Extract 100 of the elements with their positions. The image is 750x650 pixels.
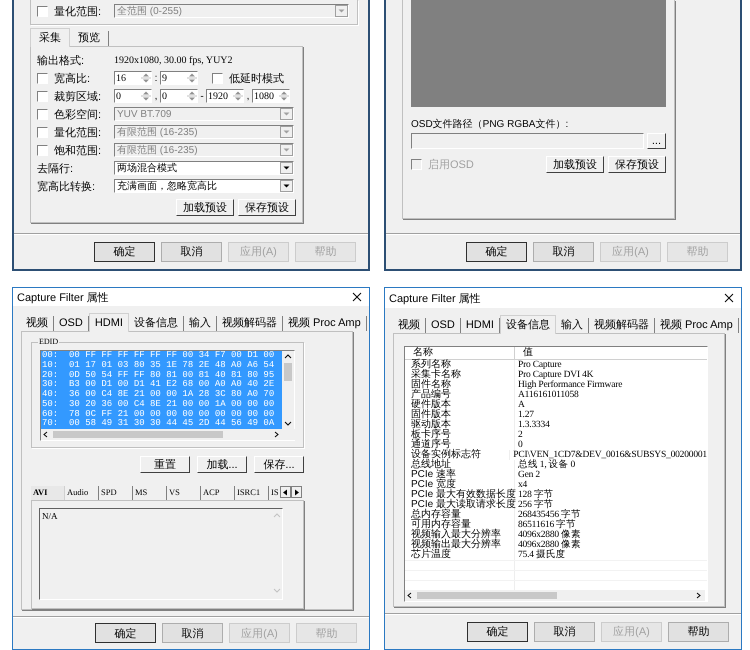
table-cell: PCIe 最大有效数据长度 [405, 490, 515, 500]
path-field[interactable] [411, 133, 644, 149]
table-cell-text: 128 字节 [517, 490, 554, 500]
checkbox-label: 低延时模式 [229, 72, 284, 86]
tab[interactable]: ACP [201, 486, 235, 500]
dropdown[interactable]: 两场混合模式 [114, 161, 294, 175]
ok-button[interactable]: 确定 [94, 242, 155, 262]
tab[interactable]: ISRC1 [235, 486, 269, 500]
table-cell-text: A [517, 400, 526, 410]
table-cell: 总线地址 [405, 460, 515, 470]
horizontal-scrollbar[interactable] [405, 590, 705, 601]
spin-arrows-icon[interactable] [187, 72, 197, 84]
tab[interactable]: Audio [65, 486, 99, 500]
spin-arrows-icon[interactable] [279, 90, 289, 102]
button[interactable]: 保存预设 [608, 156, 666, 173]
tab[interactable]: 预览 [70, 31, 109, 46]
tab[interactable]: MS [133, 486, 167, 500]
table-cell-text: Pro Capture DVI 4K [517, 370, 594, 380]
button[interactable]: 加载预设 [176, 199, 234, 216]
spin-arrows-icon[interactable] [187, 90, 197, 102]
spin-field[interactable]: 9 [160, 71, 198, 85]
cancel-button[interactable]: 取消 [161, 242, 222, 262]
help-button[interactable]: 帮助 [668, 622, 729, 642]
table-cell: 固件名称 [405, 380, 515, 390]
separator-text: : [154, 72, 158, 84]
table-cell-text: 4096x2880 像素 [517, 540, 582, 550]
table-cell-text: 2 [517, 430, 524, 440]
ok-button[interactable]: 确定 [467, 622, 528, 642]
column-header[interactable]: 值 [515, 347, 707, 359]
scroll-right-button[interactable] [290, 486, 302, 498]
table-cell-text: 256 字节 [517, 500, 554, 510]
checkbox[interactable] [37, 72, 48, 84]
tab[interactable]: SPD [99, 486, 133, 500]
button[interactable]: 保存... [254, 456, 304, 474]
spin-field[interactable]: 1920 [206, 89, 244, 103]
tab[interactable]: AVI [31, 486, 65, 500]
field-label: 色彩空间: [54, 108, 102, 122]
field-label: 饱和范围: [54, 144, 102, 158]
field-label: 量化范围: [54, 126, 102, 140]
details-text: N/A [41, 510, 58, 524]
spin-field[interactable]: 16 [114, 71, 152, 85]
button[interactable]: 加载... [197, 456, 247, 474]
button[interactable]: ... [646, 133, 666, 149]
table-cell: 板卡序号 [405, 430, 515, 440]
checkbox-label: 启用OSD [428, 158, 474, 172]
tab[interactable]: 设备信息 [500, 315, 556, 334]
tab[interactable]: 采集 [30, 28, 70, 47]
column-header[interactable]: 名称 [405, 347, 515, 359]
cancel-button[interactable]: 取消 [533, 242, 594, 262]
table-cell-text: 268435456 字节 [517, 510, 582, 520]
tab[interactable]: VS [167, 486, 201, 500]
spin-arrows-icon[interactable] [141, 72, 151, 84]
table-cell: 通道序号 [405, 440, 515, 450]
field-label: OSD文件路径（PNG RGBA文件）: [411, 118, 570, 131]
separator-text: , [154, 90, 158, 102]
close-button[interactable] [723, 292, 735, 304]
table-cell-text: A116161011058 [517, 390, 580, 400]
cancel-button[interactable]: 取消 [534, 622, 595, 642]
separator-text: , [246, 90, 250, 102]
ok-button[interactable]: 确定 [95, 623, 156, 644]
spin-arrows-icon[interactable] [141, 90, 151, 102]
button[interactable]: 加载预设 [546, 156, 604, 173]
button[interactable]: 重置 [140, 456, 190, 474]
table-cell-text: 1.3.3334 [517, 420, 551, 430]
scroll-left-button[interactable] [280, 486, 291, 498]
checkbox[interactable] [212, 72, 223, 84]
table-cell: PCIe 速率 [405, 470, 515, 480]
button[interactable]: 保存预设 [238, 199, 296, 216]
table-cell: 视频输入最大分辨率 [405, 530, 515, 540]
table-cell-text: 1.27 [517, 410, 535, 420]
field-value: 1920x1080, 30.00 fps, YUY2 [114, 54, 233, 66]
dropdown[interactable]: 充满画面，忽略宽高比 [114, 179, 294, 193]
spin-field[interactable]: 0 [114, 89, 152, 103]
spin-field[interactable]: 0 [160, 89, 198, 103]
field-label: 去隔行: [37, 162, 74, 176]
table-cell-text: x4 [517, 480, 528, 490]
tab[interactable]: HDMI [88, 313, 129, 332]
table-cell: 总内存容量 [405, 510, 515, 520]
table-cell: 硬件版本 [405, 400, 515, 410]
spin-arrows-icon[interactable] [233, 90, 243, 102]
table-cell-text: PCI\VEN_1CD7&DEV_0016&SUBSYS_00200001 [512, 450, 707, 460]
table-cell: 设备实例标志符 [405, 450, 510, 460]
cancel-button[interactable]: 取消 [162, 623, 223, 644]
table-cell: 芯片温度 [405, 550, 515, 560]
table-cell: 驱动版本 [405, 420, 515, 430]
checkbox[interactable] [37, 90, 48, 102]
vertical-scrollbar[interactable] [282, 351, 294, 430]
left-triangle-icon[interactable] [282, 488, 289, 496]
tab[interactable]: IS [269, 486, 280, 500]
table-cell: 视频输出最大分辨率 [405, 540, 515, 550]
window-title: Capture Filter 属性 [389, 292, 481, 306]
right-triangle-icon[interactable] [292, 488, 300, 496]
table-cell-text: 4096x2880 像素 [517, 530, 582, 540]
horizontal-scrollbar[interactable] [41, 429, 295, 440]
spin-field[interactable]: 1080 [252, 89, 290, 103]
field-label: 裁剪区域: [54, 90, 102, 104]
field-label: 量化范围: [54, 4, 102, 18]
ok-button[interactable]: 确定 [466, 242, 527, 262]
close-button[interactable] [351, 291, 363, 304]
field-label: 宽高比: [54, 72, 90, 86]
